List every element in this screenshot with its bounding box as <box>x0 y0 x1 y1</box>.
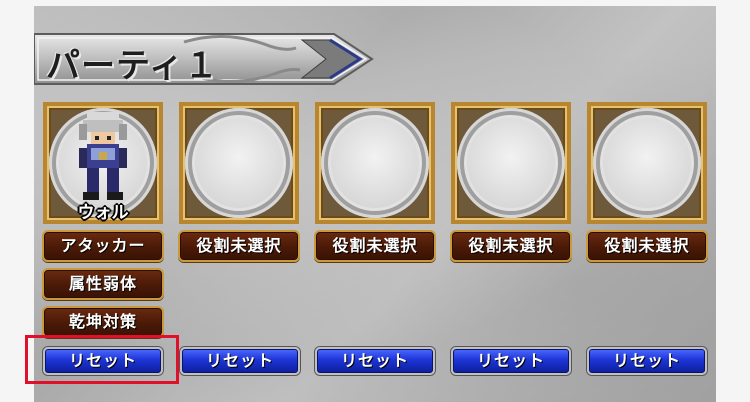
party-slot-1[interactable]: ウォル <box>43 102 163 224</box>
party-title-banner: パーティ１ <box>34 30 374 88</box>
party-slot-2[interactable] <box>179 102 299 224</box>
party-slot-5[interactable] <box>587 102 707 224</box>
role-button-element-debuff[interactable]: 属性弱体 <box>42 268 164 300</box>
reset-button-slot-3[interactable]: リセット <box>315 347 435 375</box>
role-button-unselected[interactable]: 役割未選択 <box>314 230 436 262</box>
portrait-circle <box>321 108 429 218</box>
role-button-attacker[interactable]: アタッカー <box>42 230 164 262</box>
reset-button-slot-4[interactable]: リセット <box>451 347 571 375</box>
portrait-circle <box>457 108 565 218</box>
reset-button-slot-2[interactable]: リセット <box>180 347 300 375</box>
character-name: ウォル <box>77 203 129 223</box>
party-slot-3[interactable] <box>315 102 435 224</box>
role-button-unselected[interactable]: 役割未選択 <box>450 230 572 262</box>
scrollbar[interactable] <box>738 0 750 402</box>
role-button-unselected[interactable]: 役割未選択 <box>586 230 708 262</box>
portrait-circle <box>593 108 701 218</box>
role-button-unselected[interactable]: 役割未選択 <box>178 230 300 262</box>
party-title: パーティ１ <box>46 46 219 86</box>
portrait-circle <box>185 108 293 218</box>
reset-button-slot-5[interactable]: リセット <box>587 347 707 375</box>
highlight-box <box>25 335 179 384</box>
role-button-kenkon-counter[interactable]: 乾坤対策 <box>42 306 164 338</box>
party-slot-4[interactable] <box>451 102 571 224</box>
character-sprite <box>79 112 127 200</box>
